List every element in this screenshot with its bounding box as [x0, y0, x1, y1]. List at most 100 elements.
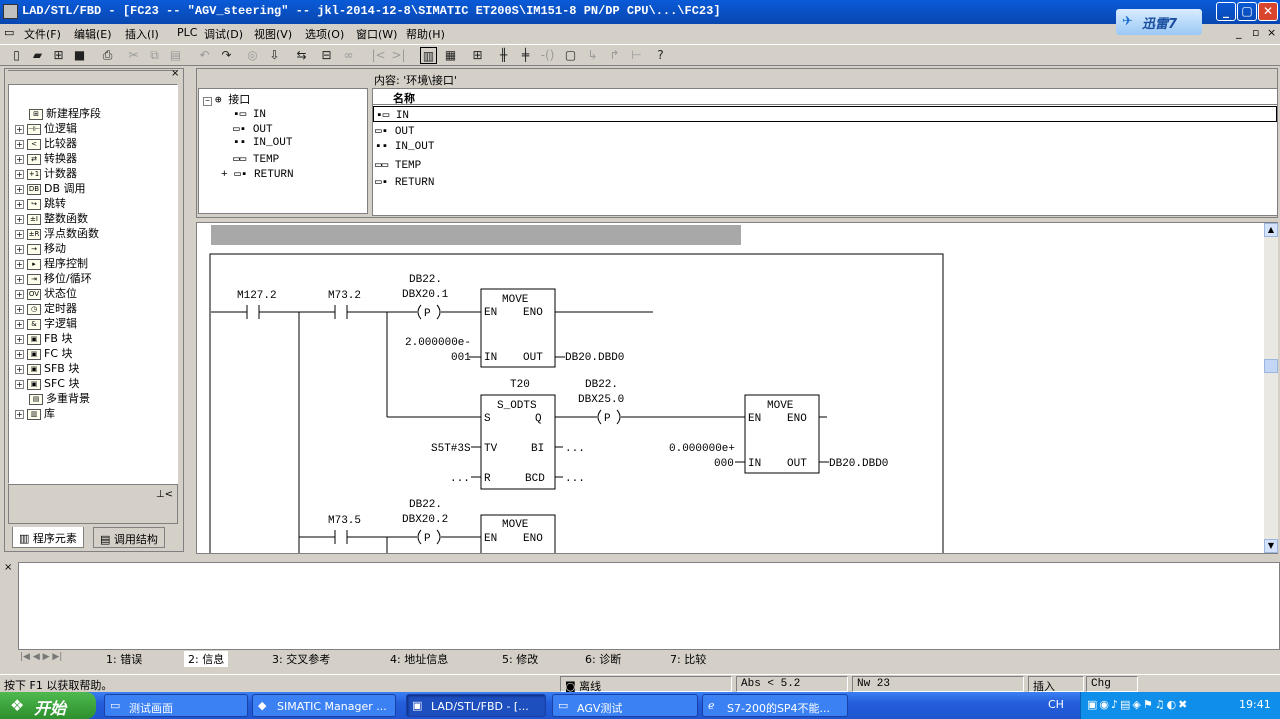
- expand-icon[interactable]: +: [15, 364, 24, 374]
- tab-address-info[interactable]: 4: 地址信息: [390, 651, 448, 667]
- taskbar-item-agv-test[interactable]: ▭ AGV测试: [552, 694, 698, 717]
- tree-item[interactable]: + ⇥ 移位/循环: [15, 270, 92, 285]
- tab-diagnostics[interactable]: 6: 诊断: [585, 651, 621, 667]
- interface-tree-item[interactable]: + ▭▪ RETURN: [221, 167, 294, 181]
- paste-icon[interactable]: ▤: [167, 47, 184, 64]
- collapse-icon[interactable]: −: [203, 97, 212, 106]
- menu-view[interactable]: 视图(V): [254, 26, 292, 42]
- taskbar-item-simatic-manager[interactable]: ◆ SIMATIC Manager ...: [252, 694, 396, 717]
- start-button[interactable]: ❖ 开始: [0, 692, 96, 719]
- network-icon[interactable]: ⊞: [50, 47, 67, 64]
- box-icon[interactable]: ▢: [562, 47, 579, 64]
- table-row[interactable]: ▭▪ OUT: [373, 123, 415, 138]
- expand-icon[interactable]: +: [15, 184, 24, 194]
- language-indicator[interactable]: CH: [1048, 698, 1064, 711]
- expand-icon[interactable]: +: [15, 409, 24, 419]
- new-icon[interactable]: ▯: [8, 47, 25, 64]
- minimize-button[interactable]: _: [1216, 2, 1236, 21]
- doc-menu-icon[interactable]: ▭: [4, 26, 14, 39]
- no-contact-icon[interactable]: ╫: [495, 47, 512, 64]
- tab-modify[interactable]: 5: 修改: [502, 651, 538, 667]
- tree-item[interactable]: + ▣ SFB 块: [15, 360, 79, 375]
- doc-minimize-button[interactable]: _: [1236, 26, 1242, 39]
- table-row[interactable]: ▪▭ IN: [373, 106, 1277, 122]
- taskbar-item-lad-editor[interactable]: ▣ LAD/STL/FBD - [...: [406, 694, 546, 717]
- expand-icon[interactable]: +: [15, 199, 24, 209]
- interface-tree-item[interactable]: ▭▪ OUT: [233, 122, 273, 136]
- menu-debug[interactable]: 调试(D): [204, 26, 243, 42]
- interface-root[interactable]: − ⊕ 接口: [203, 91, 250, 107]
- layout-view-icon[interactable]: ▥: [420, 47, 437, 64]
- tab-cross-reference[interactable]: 3: 交叉参考: [272, 651, 330, 667]
- tree-item[interactable]: + ⊣⊢ 位逻辑: [15, 120, 77, 135]
- expand-icon[interactable]: +: [15, 214, 24, 224]
- column-header-name[interactable]: 名称: [373, 89, 1277, 106]
- panel-close-icon[interactable]: ×: [171, 68, 179, 79]
- tree-item[interactable]: + ▣ FB 块: [15, 330, 72, 345]
- table-row[interactable]: ▭▪ RETURN: [373, 174, 434, 189]
- tree-item[interactable]: + ↪ 跳转: [15, 195, 66, 210]
- branch-open-icon[interactable]: ↳: [584, 47, 601, 64]
- branch-close-icon[interactable]: ↱: [606, 47, 623, 64]
- menu-plc[interactable]: PLC: [177, 26, 197, 39]
- expand-icon[interactable]: +: [15, 259, 24, 269]
- connection-icon[interactable]: ⊢: [628, 47, 645, 64]
- expand-icon[interactable]: +: [15, 379, 24, 389]
- tree-item[interactable]: + → 移动: [15, 240, 66, 255]
- download-icon[interactable]: ⇩: [266, 47, 283, 64]
- expand-icon[interactable]: +: [15, 229, 24, 239]
- tree-item[interactable]: + < 比较器: [15, 135, 77, 150]
- new-network-icon[interactable]: ⊞: [469, 47, 486, 64]
- maximize-button[interactable]: ▢: [1237, 2, 1257, 21]
- expand-icon[interactable]: +: [15, 124, 24, 134]
- tree-item[interactable]: + ±R 浮点数函数: [15, 225, 99, 240]
- doc-restore-button[interactable]: ▫: [1252, 26, 1259, 39]
- menu-edit[interactable]: 编辑(E): [74, 26, 112, 42]
- overview-icon[interactable]: ⊟: [318, 47, 335, 64]
- details-icon[interactable]: ▦: [442, 47, 459, 64]
- sort-icon[interactable]: ⇆: [293, 47, 310, 64]
- tree-item[interactable]: + ▣ FC 块: [15, 345, 73, 360]
- expand-icon[interactable]: +: [15, 289, 24, 299]
- tree-item[interactable]: + ◷ 定时器: [15, 300, 77, 315]
- expand-icon[interactable]: +: [15, 274, 24, 284]
- taskbar-item-browser[interactable]: ℯ S7-200的SP4不能...: [702, 694, 848, 717]
- tab-scroll-buttons[interactable]: |◀ ◀ ▶ ▶|: [20, 652, 90, 666]
- menu-insert[interactable]: 插入(I): [125, 26, 159, 42]
- interface-tree-item[interactable]: ▪▭ IN: [233, 107, 266, 121]
- expand-icon[interactable]: +: [15, 154, 24, 164]
- undo-icon[interactable]: ↶: [196, 47, 213, 64]
- menu-file[interactable]: 文件(F): [24, 26, 61, 42]
- save-icon[interactable]: ■: [71, 47, 88, 64]
- nc-contact-icon[interactable]: ╪: [517, 47, 534, 64]
- expand-icon[interactable]: +: [15, 319, 24, 329]
- expand-icon[interactable]: +: [221, 169, 234, 181]
- tree-item[interactable]: + & 字逻辑: [15, 315, 77, 330]
- expand-icon[interactable]: +: [15, 244, 24, 254]
- glasses-icon[interactable]: ∞: [340, 47, 357, 64]
- menu-help[interactable]: 帮助(H): [406, 26, 445, 42]
- next-network-icon[interactable]: >|: [390, 47, 407, 64]
- cut-icon[interactable]: ✂: [125, 47, 142, 64]
- tab-compare[interactable]: 7: 比较: [670, 651, 706, 667]
- print-icon[interactable]: ⎙: [99, 47, 116, 64]
- tree-item[interactable]: + ▥ 库: [15, 405, 55, 420]
- details-close-icon[interactable]: ×: [4, 562, 12, 573]
- table-row[interactable]: ▭▭ TEMP: [373, 157, 421, 172]
- ladder-vertical-scrollbar[interactable]: ▲ ▼: [1264, 223, 1278, 553]
- monitor-icon[interactable]: ◎: [244, 47, 261, 64]
- interface-tree-item[interactable]: ▭▭ TEMP: [233, 152, 279, 166]
- tree-item[interactable]: + ⇄ 转换器: [15, 150, 77, 165]
- doc-close-button[interactable]: ×: [1267, 26, 1276, 39]
- expand-icon[interactable]: +: [15, 304, 24, 314]
- table-row[interactable]: ▪▪ IN_OUT: [373, 140, 434, 153]
- tree-item[interactable]: + DB DB 调用: [15, 180, 86, 195]
- tree-item[interactable]: + ±I 整数函数: [15, 210, 88, 225]
- tray-icons[interactable]: ▣◉♪▤◈⚑♫◐✖: [1087, 698, 1189, 711]
- interface-tree-item[interactable]: ▪▪ IN_OUT: [233, 137, 292, 149]
- ladder-editor[interactable]: P MOVE EN ENO IN OUT M127.2 M73.2 DB22. …: [196, 222, 1278, 554]
- coil-icon[interactable]: -(): [539, 47, 556, 64]
- tree-item[interactable]: + OV 状态位: [15, 285, 77, 300]
- scroll-up-icon[interactable]: ▲: [1264, 223, 1278, 237]
- tree-item[interactable]: + ▸ 程序控制: [15, 255, 88, 270]
